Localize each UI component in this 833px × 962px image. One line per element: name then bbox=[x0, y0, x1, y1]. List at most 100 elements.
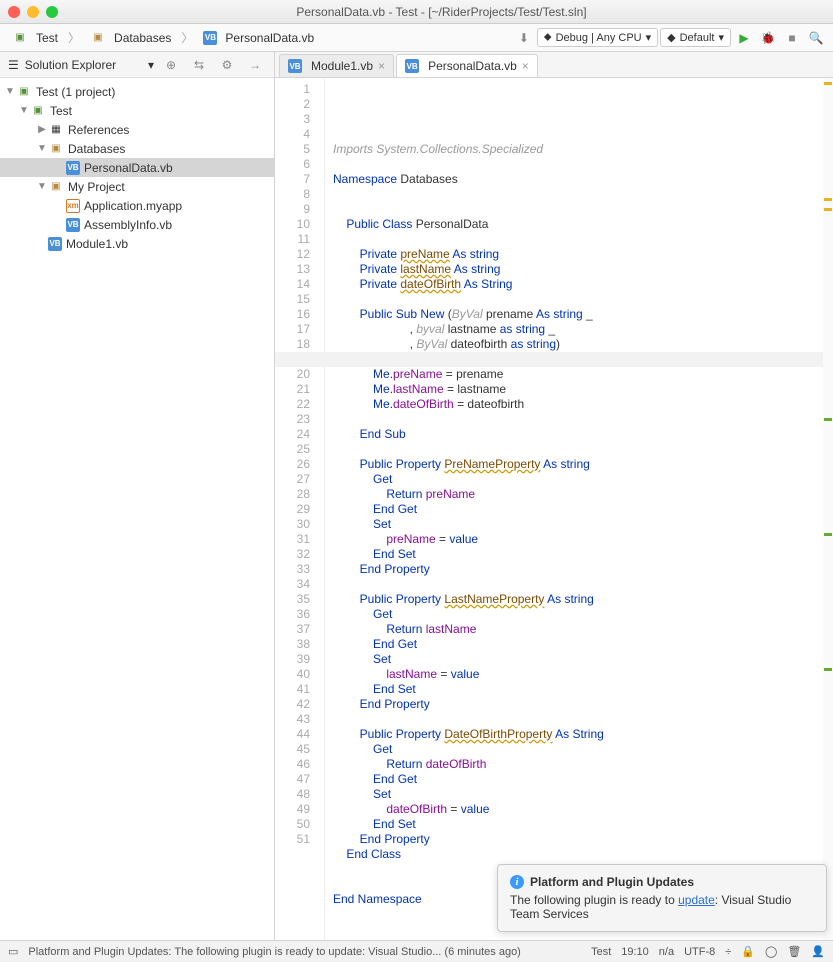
code-line[interactable]: , byval lastname as string _ bbox=[333, 322, 825, 337]
code-editor[interactable]: 1234567891011121314151617181920212223242… bbox=[275, 78, 833, 940]
code-line[interactable]: Get bbox=[333, 472, 825, 487]
tree-project[interactable]: ▼▣ Test bbox=[0, 101, 274, 120]
tree-file-module1[interactable]: VB Module1.vb bbox=[0, 234, 274, 253]
code-line[interactable] bbox=[333, 862, 825, 877]
breadcrumb-item[interactable]: ▣ Test bbox=[6, 28, 64, 48]
code-line[interactable]: Me.preName = prename bbox=[333, 367, 825, 382]
hide-panel-icon[interactable]: → bbox=[244, 55, 266, 75]
encoding-indicator[interactable]: UTF-8 bbox=[684, 946, 715, 958]
code-line[interactable] bbox=[333, 157, 825, 172]
breadcrumb-item[interactable]: ▣ Databases bbox=[84, 28, 177, 48]
code-line[interactable] bbox=[333, 442, 825, 457]
code-line[interactable]: Public Property LastNameProperty As stri… bbox=[333, 592, 825, 607]
code-line[interactable] bbox=[333, 232, 825, 247]
code-line[interactable]: Private lastName As string bbox=[333, 262, 825, 277]
code-line[interactable]: Return dateOfBirth bbox=[333, 757, 825, 772]
code-line[interactable]: End Set bbox=[333, 817, 825, 832]
code-line[interactable]: , ByVal dateofbirth as string) bbox=[333, 337, 825, 352]
project-icon: ▣ bbox=[12, 30, 28, 46]
code-line[interactable]: End Property bbox=[333, 832, 825, 847]
tree-references[interactable]: ▶▦ References bbox=[0, 120, 274, 139]
warning-marker[interactable] bbox=[824, 198, 832, 201]
code-line[interactable] bbox=[333, 202, 825, 217]
ok-marker[interactable] bbox=[824, 418, 832, 421]
code-line[interactable]: Set bbox=[333, 787, 825, 802]
collapse-icon[interactable]: ⇆ bbox=[188, 55, 210, 75]
breadcrumb-item[interactable]: VB PersonalData.vb bbox=[197, 29, 320, 47]
code-line[interactable]: End Sub bbox=[333, 427, 825, 442]
code-line[interactable]: End Property bbox=[333, 562, 825, 577]
editor-tab[interactable]: VBPersonalData.vb× bbox=[396, 54, 538, 77]
close-tab-icon[interactable]: × bbox=[378, 59, 385, 73]
code-line[interactable]: End Get bbox=[333, 637, 825, 652]
close-window-button[interactable] bbox=[8, 6, 20, 18]
tree-folder-myproject[interactable]: ▼▣ My Project bbox=[0, 177, 274, 196]
tree-root[interactable]: ▼▣ Test (1 project) bbox=[0, 82, 274, 101]
code-line[interactable]: Namespace Databases bbox=[333, 172, 825, 187]
code-line[interactable]: Get bbox=[333, 607, 825, 622]
minimize-window-button[interactable] bbox=[27, 6, 39, 18]
ok-marker[interactable] bbox=[824, 533, 832, 536]
code-line[interactable] bbox=[333, 187, 825, 202]
code-line[interactable]: End Get bbox=[333, 772, 825, 787]
run-button[interactable]: ▶ bbox=[733, 28, 755, 48]
tree-file-asminfo[interactable]: VB AssemblyInfo.vb bbox=[0, 215, 274, 234]
code-line[interactable] bbox=[333, 292, 825, 307]
run-target-selector[interactable]: ◆ Default ▾ bbox=[660, 28, 731, 47]
code-line[interactable]: Me.dateOfBirth = dateofbirth bbox=[333, 397, 825, 412]
code-line[interactable]: dateOfBirth = value bbox=[333, 802, 825, 817]
code-line[interactable]: Public Property PreNameProperty As strin… bbox=[333, 457, 825, 472]
code-line[interactable]: Get bbox=[333, 742, 825, 757]
stop-button[interactable]: ■ bbox=[781, 28, 803, 48]
trash-icon[interactable]: 🗑 bbox=[787, 945, 801, 958]
code-line[interactable]: Set bbox=[333, 652, 825, 667]
close-tab-icon[interactable]: × bbox=[522, 59, 529, 73]
build-button[interactable]: ⬇ bbox=[513, 28, 535, 48]
code-line[interactable]: Public Property DateOfBirthProperty As S… bbox=[333, 727, 825, 742]
debug-button[interactable]: 🐞 bbox=[757, 28, 779, 48]
code-line[interactable]: End Namespace bbox=[333, 892, 825, 907]
code-line[interactable]: Return preName bbox=[333, 487, 825, 502]
search-button[interactable]: 🔍 bbox=[805, 28, 827, 48]
code-line[interactable] bbox=[333, 577, 825, 592]
code-line[interactable]: End Property bbox=[333, 697, 825, 712]
code-line[interactable]: Private preName As string bbox=[333, 247, 825, 262]
line-ending-icon[interactable]: ÷ bbox=[725, 946, 731, 958]
tree-file-appmy[interactable]: xm Application.myapp bbox=[0, 196, 274, 215]
warning-marker[interactable] bbox=[824, 82, 832, 85]
process-icon[interactable]: ▭ bbox=[8, 945, 18, 958]
code-line[interactable]: Imports System.Collections.Specialized bbox=[333, 142, 825, 157]
code-line[interactable] bbox=[333, 712, 825, 727]
code-line[interactable]: Private dateOfBirth As String bbox=[333, 277, 825, 292]
memory-icon[interactable]: ◯ bbox=[765, 945, 777, 958]
warning-marker[interactable] bbox=[824, 208, 832, 211]
code-line[interactable]: lastName = value bbox=[333, 667, 825, 682]
chevron-down-icon[interactable]: ▾ bbox=[148, 58, 154, 72]
settings-icon[interactable]: ⚙ bbox=[216, 55, 238, 75]
context-indicator[interactable]: Test bbox=[591, 946, 611, 958]
code-line[interactable]: End Class bbox=[333, 847, 825, 862]
configuration-selector[interactable]: ⬥ Debug | Any CPU ▾ bbox=[537, 28, 658, 47]
lightbulb-icon[interactable]: 💡 bbox=[325, 352, 831, 367]
tree-folder-databases[interactable]: ▼▣ Databases bbox=[0, 139, 274, 158]
inspect-icon[interactable]: 🔒 bbox=[741, 945, 755, 958]
code-line[interactable]: End Set bbox=[333, 682, 825, 697]
code-line[interactable]: Public Sub New (ByVal prename As string … bbox=[333, 307, 825, 322]
code-line[interactable]: Me.lastName = lastname bbox=[333, 382, 825, 397]
code-line[interactable] bbox=[333, 412, 825, 427]
ok-marker[interactable] bbox=[824, 668, 832, 671]
code-line[interactable] bbox=[333, 877, 825, 892]
locate-icon[interactable]: ⊕ bbox=[160, 55, 182, 75]
hector-icon[interactable]: 👤 bbox=[811, 945, 825, 958]
insert-mode[interactable]: n/a bbox=[659, 946, 674, 958]
code-line[interactable]: Return lastName bbox=[333, 622, 825, 637]
code-line[interactable]: Set bbox=[333, 517, 825, 532]
editor-tab[interactable]: VBModule1.vb× bbox=[279, 54, 394, 77]
tree-file-personaldata[interactable]: VB PersonalData.vb bbox=[0, 158, 274, 177]
code-line[interactable]: Public Class PersonalData bbox=[333, 217, 825, 232]
code-line[interactable]: End Set bbox=[333, 547, 825, 562]
maximize-window-button[interactable] bbox=[46, 6, 58, 18]
code-line[interactable]: End Get bbox=[333, 502, 825, 517]
code-line[interactable]: preName = value bbox=[333, 532, 825, 547]
cursor-position[interactable]: 19:10 bbox=[621, 946, 649, 958]
